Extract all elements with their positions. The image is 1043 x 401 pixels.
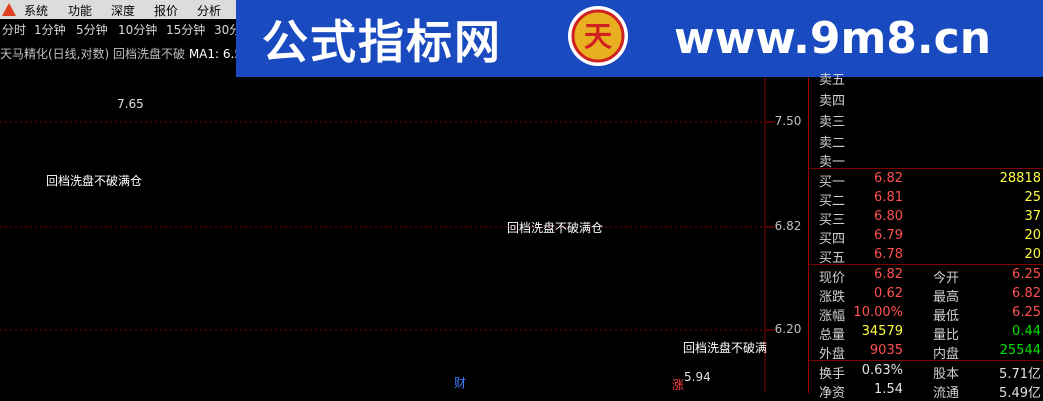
ask-row: 卖五 [809, 67, 1043, 88]
banner-site-name: 公式指标网 [262, 15, 502, 69]
tab-15min[interactable]: 15分钟 [166, 21, 205, 38]
high-mark-label: 7.65 [117, 97, 144, 111]
stat-row: 净资 1.54 流通 5.49亿 [809, 380, 1043, 401]
bid-volume: 20 [1024, 247, 1041, 262]
zhang-badge: 涨 [672, 377, 684, 392]
bid-row: 买一 6.82 28818 [809, 169, 1043, 190]
stat-row: 现价 6.82 今开 6.25 [809, 265, 1043, 286]
bid-price: 6.81 [874, 190, 903, 205]
y-tick-682: 6.82 [775, 219, 802, 233]
stat-row: 总量 34579 量比 0.44 [809, 322, 1043, 343]
stat-row: 外盘 9035 内盘 25544 [809, 341, 1043, 362]
menu-system[interactable]: 系统 [24, 2, 48, 19]
stat-value: 6.25 [1012, 267, 1041, 282]
stat-value: 9035 [869, 343, 903, 358]
stat-value: 0.63% [861, 363, 903, 378]
quote-panel: 卖五 卖四 卖三 卖二 卖一 买一 6.82 28818 买二 6.81 25 … [809, 73, 1043, 401]
kline-chart[interactable]: 7.50 6.82 6.20 7.65 回档洗盘不破满仓 回档洗盘不破满仓 回档… [0, 77, 808, 393]
bid-price: 6.80 [874, 209, 903, 224]
bid-volume: 28818 [999, 171, 1041, 186]
stat-label: 流通 [933, 386, 960, 401]
stat-value: 1.54 [874, 382, 903, 397]
cai-badge: 财 [454, 376, 466, 390]
low-mark-label: 5.94 [684, 370, 711, 384]
ask-label: 卖三 [819, 115, 846, 130]
bid-row: 买二 6.81 25 [809, 188, 1043, 209]
stat-label: 净资 [819, 386, 846, 401]
stat-value: 34579 [861, 324, 903, 339]
tab-10min[interactable]: 10分钟 [118, 21, 157, 38]
bid-volume: 37 [1024, 209, 1041, 224]
app-logo-icon [2, 3, 16, 16]
bid-price: 6.79 [874, 228, 903, 243]
y-tick-620: 6.20 [775, 322, 802, 336]
ask-label: 卖五 [819, 73, 846, 88]
bid-row: 买五 6.78 20 [809, 245, 1043, 266]
stat-value: 0.44 [1012, 324, 1041, 339]
stat-value: 6.82 [1012, 286, 1041, 301]
menu-depth[interactable]: 深度 [111, 2, 135, 19]
ask-row: 卖一 [809, 149, 1043, 170]
bid-volume: 25 [1024, 190, 1041, 205]
stat-row: 换手 0.63% 股本 5.71亿 [809, 361, 1043, 382]
grid [0, 77, 775, 393]
banner-url: www.9m8.cn [674, 13, 992, 64]
bid-volume: 20 [1024, 228, 1041, 243]
bid-row: 买四 6.79 20 [809, 226, 1043, 247]
stat-value: 6.82 [874, 267, 903, 282]
ask-row: 卖三 [809, 109, 1043, 130]
watermark-banner: 公式指标网 天 www.9m8.cn [236, 0, 1043, 77]
ask-row: 卖四 [809, 88, 1043, 109]
tab-1min[interactable]: 1分钟 [34, 21, 66, 38]
seal-char: 天 [584, 20, 612, 53]
bid-row: 买三 6.80 37 [809, 207, 1043, 228]
stat-value: 10.00% [853, 305, 903, 320]
bid-price: 6.78 [874, 247, 903, 262]
bid-price: 6.82 [874, 171, 903, 186]
signal-label-1: 回档洗盘不破满仓 [46, 173, 142, 188]
stat-row: 涨幅 10.00% 最低 6.25 [809, 303, 1043, 324]
stat-row: 涨跌 0.62 最高 6.82 [809, 284, 1043, 305]
stat-value: 25544 [999, 343, 1041, 358]
ask-row: 卖二 [809, 130, 1043, 151]
tab-intraday[interactable]: 分时 [2, 21, 26, 38]
menu-function[interactable]: 功能 [68, 2, 92, 19]
stat-value: 5.49亿 [999, 386, 1041, 401]
y-tick-750: 7.50 [775, 114, 802, 128]
tab-5min[interactable]: 5分钟 [76, 21, 108, 38]
seal-logo-icon: 天 [568, 6, 628, 66]
chart-title: 天马精化(日线,对数) 回档洗盘不破 [0, 47, 185, 61]
menu-analysis[interactable]: 分析 [197, 2, 221, 19]
stat-value: 0.62 [874, 286, 903, 301]
menu-quote[interactable]: 报价 [154, 2, 178, 19]
signal-label-3: 回档洗盘不破满 [683, 340, 767, 355]
stat-value: 6.25 [1012, 305, 1041, 320]
signal-label-2: 回档洗盘不破满仓 [507, 220, 603, 235]
chart-title-line: 天马精化(日线,对数) 回档洗盘不破 MA1: 6.53 [0, 45, 250, 62]
ask-label: 卖四 [819, 94, 846, 109]
